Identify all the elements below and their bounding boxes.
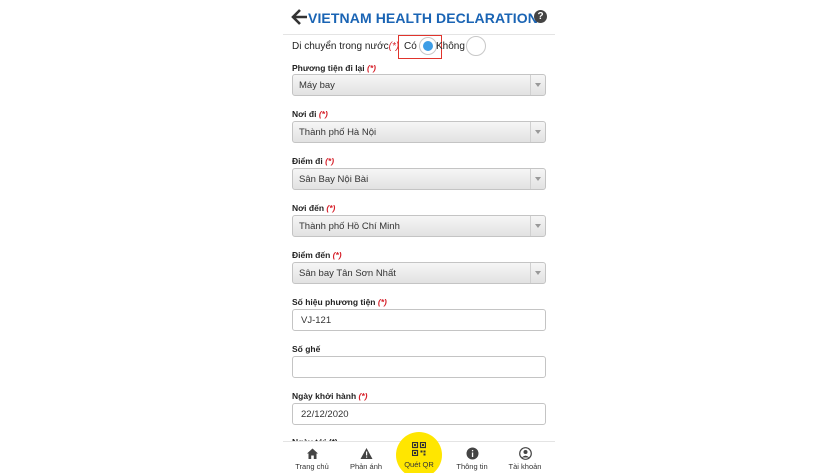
radio-yes[interactable]	[419, 37, 437, 55]
chevron-down-icon	[530, 122, 545, 142]
from-city-label: Nơi đi (*)	[292, 109, 328, 119]
seat-number-input[interactable]	[292, 356, 546, 378]
from-city-select[interactable]: Thành phố Hà Nội	[292, 121, 546, 143]
vehicle-number-label: Số hiệu phương tiện (*)	[292, 297, 387, 307]
to-point-select[interactable]: Sân bay Tân Sơn Nhất	[292, 262, 546, 284]
header-bar: VIETNAM HEALTH DECLARATION ?	[283, 0, 555, 35]
departure-date-label: Ngày khởi hành (*)	[292, 391, 368, 401]
warning-icon	[360, 448, 373, 459]
tab-home[interactable]: Trang chủ	[287, 442, 337, 473]
radio-selected-dot	[423, 41, 433, 51]
page-title: VIETNAM HEALTH DECLARATION	[308, 10, 538, 26]
chevron-down-icon	[530, 216, 545, 236]
from-point-select[interactable]: Sân Bay Nội Bài	[292, 168, 546, 190]
vehicle-number-input[interactable]: VJ-121	[292, 309, 546, 331]
chevron-down-icon	[530, 169, 545, 189]
departure-date-input[interactable]: 22/12/2020	[292, 403, 546, 425]
back-arrow-icon[interactable]	[291, 8, 309, 26]
help-icon[interactable]: ?	[534, 10, 547, 23]
seat-number-label: Số ghế	[292, 344, 321, 354]
tab-account[interactable]: Tài khoản	[500, 442, 550, 473]
app-screen: VIETNAM HEALTH DECLARATION ? Di chuyển t…	[283, 0, 555, 473]
tab-scan-qr[interactable]: Quét QR	[396, 432, 442, 473]
chevron-down-icon	[530, 263, 545, 283]
bottom-tab-bar: Trang chủ Phản ánh Quét QR Thông tin Tài…	[283, 432, 555, 473]
domestic-travel-row: Di chuyển trong nước(*) Có Không	[292, 35, 552, 59]
domestic-travel-label: Di chuyển trong nước(*)	[292, 41, 400, 52]
user-icon	[519, 447, 532, 460]
tab-feedback[interactable]: Phản ánh	[341, 442, 391, 473]
home-icon	[307, 448, 318, 459]
from-point-label: Điểm đi (*)	[292, 156, 335, 166]
qr-code-icon	[412, 442, 426, 456]
chevron-down-icon	[530, 75, 545, 95]
to-city-label: Nơi đến (*)	[292, 203, 336, 213]
tab-info[interactable]: Thông tin	[447, 442, 497, 473]
radio-no[interactable]	[466, 36, 486, 56]
to-city-select[interactable]: Thành phố Hồ Chí Minh	[292, 215, 546, 237]
vehicle-select[interactable]: Máy bay	[292, 74, 546, 96]
info-icon	[466, 447, 479, 460]
vehicle-label: Phương tiện đi lại (*)	[292, 63, 377, 73]
option-yes-label: Có	[404, 41, 417, 52]
to-point-label: Điểm đến (*)	[292, 250, 342, 260]
option-no-label: Không	[436, 41, 465, 52]
